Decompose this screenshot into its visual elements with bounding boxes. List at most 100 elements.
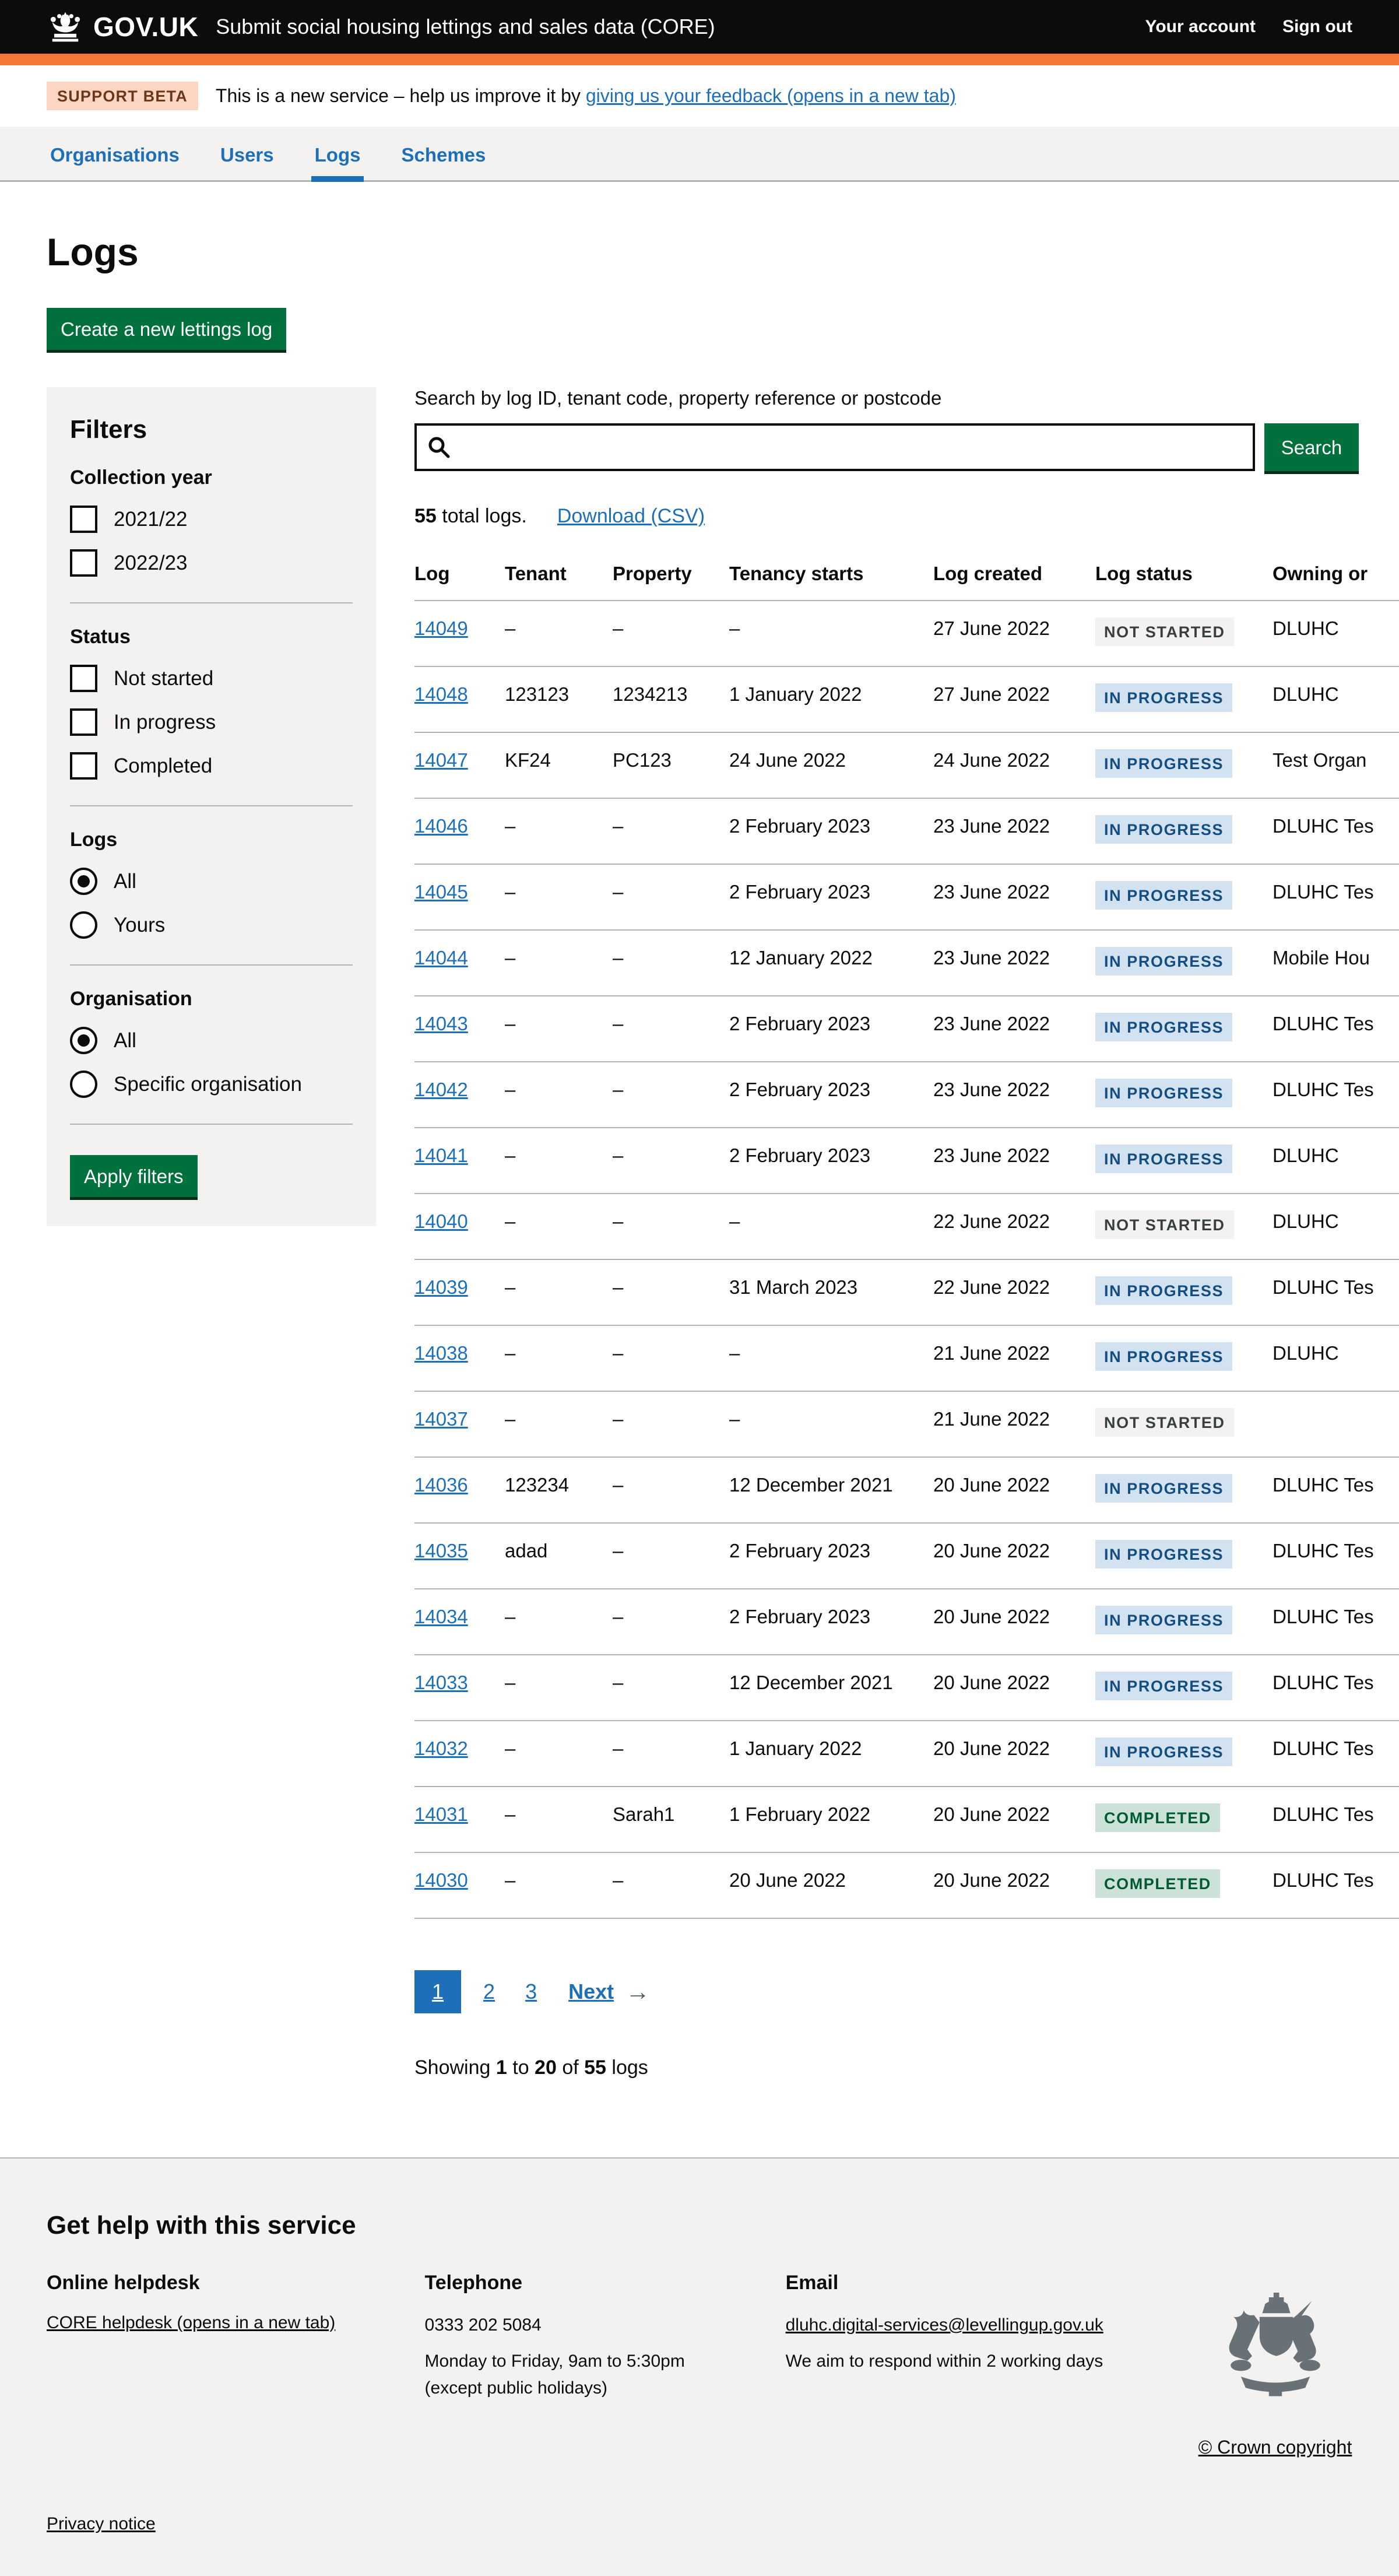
download-csv-link[interactable]: Download (CSV) xyxy=(557,505,705,528)
create-lettings-log-button[interactable]: Create a new lettings log xyxy=(47,308,286,350)
page-link-3[interactable]: 3 xyxy=(517,1970,545,2013)
sign-out-link[interactable]: Sign out xyxy=(1282,17,1352,37)
cell-log-created: 23 June 2022 xyxy=(933,1062,1095,1128)
summary-suffix: logs xyxy=(606,2056,648,2079)
checkbox-in-progress[interactable] xyxy=(70,708,97,736)
cell-owning-organisation: DLUHC Tes xyxy=(1273,1721,1399,1787)
filters-panel: Filters Collection year2021/222022/23Sta… xyxy=(47,387,376,1226)
cell-log-status: IN PROGRESS xyxy=(1095,1523,1273,1589)
phase-banner-message: This is a new service – help us improve … xyxy=(216,85,581,106)
next-page-link[interactable]: Next xyxy=(568,1980,614,2004)
radio-all[interactable] xyxy=(70,868,97,895)
cell-log-status: NOT STARTED xyxy=(1095,1391,1273,1457)
log-link-14048[interactable]: 14048 xyxy=(414,683,468,705)
cell-property: – xyxy=(613,1259,729,1325)
next-arrow-icon[interactable]: → xyxy=(625,1978,650,2006)
log-link-14047[interactable]: 14047 xyxy=(414,749,468,771)
royal-coat-of-arms-icon xyxy=(1205,2406,1345,2416)
feedback-link[interactable]: giving us your feedback (opens in a new … xyxy=(586,85,956,106)
results-summary: Showing 1 to 20 of 55 logs xyxy=(414,2056,1399,2079)
log-link-14043[interactable]: 14043 xyxy=(414,1013,468,1034)
log-link-14040[interactable]: 14040 xyxy=(414,1210,468,1232)
cell-log-status: COMPLETED xyxy=(1095,1787,1273,1852)
log-link-14039[interactable]: 14039 xyxy=(414,1276,468,1298)
support-beta-tag: SUPPORT BETA xyxy=(47,82,198,110)
log-table-body: 14049–––27 June 2022NOT STARTEDDLUHC1404… xyxy=(414,601,1399,1918)
cell-log-status: IN PROGRESS xyxy=(1095,1128,1273,1194)
cell-tenancy-starts: 1 February 2022 xyxy=(729,1787,933,1852)
service-name-link[interactable]: Submit social housing lettings and sales… xyxy=(216,15,715,39)
radio-yours[interactable] xyxy=(70,911,97,939)
table-row: 14033––12 December 202120 June 2022IN PR… xyxy=(414,1655,1399,1721)
cell-log-status: IN PROGRESS xyxy=(1095,732,1273,798)
filter-group-status: StatusNot startedIn progressCompleted xyxy=(70,626,353,780)
cell-tenant: 123234 xyxy=(505,1457,613,1523)
apply-filters-button[interactable]: Apply filters xyxy=(70,1155,198,1197)
cell-property: – xyxy=(613,1589,729,1655)
cell-log: 14041 xyxy=(414,1128,505,1194)
crown-copyright-link[interactable]: © Crown copyright xyxy=(1198,2437,1352,2458)
log-link-14033[interactable]: 14033 xyxy=(414,1672,468,1693)
page-link-2[interactable]: 2 xyxy=(475,1970,503,2013)
cell-tenant: adad xyxy=(505,1523,613,1589)
crown-icon xyxy=(47,11,84,43)
nav-item-users[interactable]: Users xyxy=(217,127,277,180)
cell-log: 14038 xyxy=(414,1325,505,1391)
log-link-14046[interactable]: 14046 xyxy=(414,815,468,837)
page-current[interactable]: 1 xyxy=(414,1970,461,2013)
cell-log-status: IN PROGRESS xyxy=(1095,864,1273,930)
nav-item-organisations[interactable]: Organisations xyxy=(47,127,183,180)
filter-option: Not started xyxy=(70,665,353,692)
cell-log: 14033 xyxy=(414,1655,505,1721)
table-row: 14049–––27 June 2022NOT STARTEDDLUHC xyxy=(414,601,1399,666)
status-tag: IN PROGRESS xyxy=(1095,1079,1232,1107)
log-link-14045[interactable]: 14045 xyxy=(414,881,468,903)
log-link-14049[interactable]: 14049 xyxy=(414,617,468,639)
status-tag: IN PROGRESS xyxy=(1095,1738,1232,1766)
status-tag: NOT STARTED xyxy=(1095,1210,1234,1239)
log-link-14042[interactable]: 14042 xyxy=(414,1079,468,1100)
table-row: 14036123234–12 December 202120 June 2022… xyxy=(414,1457,1399,1523)
log-link-14035[interactable]: 14035 xyxy=(414,1540,468,1561)
table-row: 14041––2 February 202323 June 2022IN PRO… xyxy=(414,1128,1399,1194)
search-button[interactable]: Search xyxy=(1264,423,1359,471)
filter-group-heading: Logs xyxy=(70,829,353,851)
table-row: 14030––20 June 202220 June 2022COMPLETED… xyxy=(414,1852,1399,1918)
log-link-14031[interactable]: 14031 xyxy=(414,1803,468,1825)
cell-log-created: 20 June 2022 xyxy=(933,1852,1095,1918)
nav-item-schemes[interactable]: Schemes xyxy=(398,127,489,180)
cell-tenant: – xyxy=(505,1721,613,1787)
log-link-14041[interactable]: 14041 xyxy=(414,1145,468,1166)
summary-to: 20 xyxy=(535,2056,557,2079)
radio-specific-organisation[interactable] xyxy=(70,1071,97,1098)
nav-item-logs[interactable]: Logs xyxy=(311,127,364,180)
cell-tenancy-starts: – xyxy=(729,1391,933,1457)
checkbox-2021-22[interactable] xyxy=(70,506,97,533)
log-link-14030[interactable]: 14030 xyxy=(414,1869,468,1891)
checkbox-not-started[interactable] xyxy=(70,665,97,692)
log-link-14044[interactable]: 14044 xyxy=(414,947,468,968)
cell-log-created: 23 June 2022 xyxy=(933,798,1095,864)
cell-tenant: – xyxy=(505,1259,613,1325)
cell-tenant: – xyxy=(505,1589,613,1655)
search-input[interactable] xyxy=(459,436,1242,459)
log-link-14034[interactable]: 14034 xyxy=(414,1606,468,1627)
checkbox-completed[interactable] xyxy=(70,752,97,780)
log-link-14032[interactable]: 14032 xyxy=(414,1738,468,1759)
log-link-14037[interactable]: 14037 xyxy=(414,1408,468,1430)
core-helpdesk-link[interactable]: CORE helpdesk (opens in a new tab) xyxy=(47,2313,335,2332)
cell-property: – xyxy=(613,1325,729,1391)
checkbox-2022-23[interactable] xyxy=(70,549,97,577)
log-link-14038[interactable]: 14038 xyxy=(414,1342,468,1364)
cell-tenant: – xyxy=(505,1655,613,1721)
cell-tenant: – xyxy=(505,864,613,930)
govuk-logo[interactable]: GOV.UK xyxy=(47,11,198,43)
privacy-notice-link[interactable]: Privacy notice xyxy=(47,2514,156,2534)
table-row: 14035adad–2 February 202320 June 2022IN … xyxy=(414,1523,1399,1589)
log-link-14036[interactable]: 14036 xyxy=(414,1474,468,1496)
your-account-link[interactable]: Your account xyxy=(1145,17,1256,37)
cell-owning-organisation: DLUHC xyxy=(1273,1194,1399,1259)
cell-property: – xyxy=(613,930,729,996)
total-logs-count: 55 xyxy=(414,505,437,527)
radio-all[interactable] xyxy=(70,1027,97,1054)
